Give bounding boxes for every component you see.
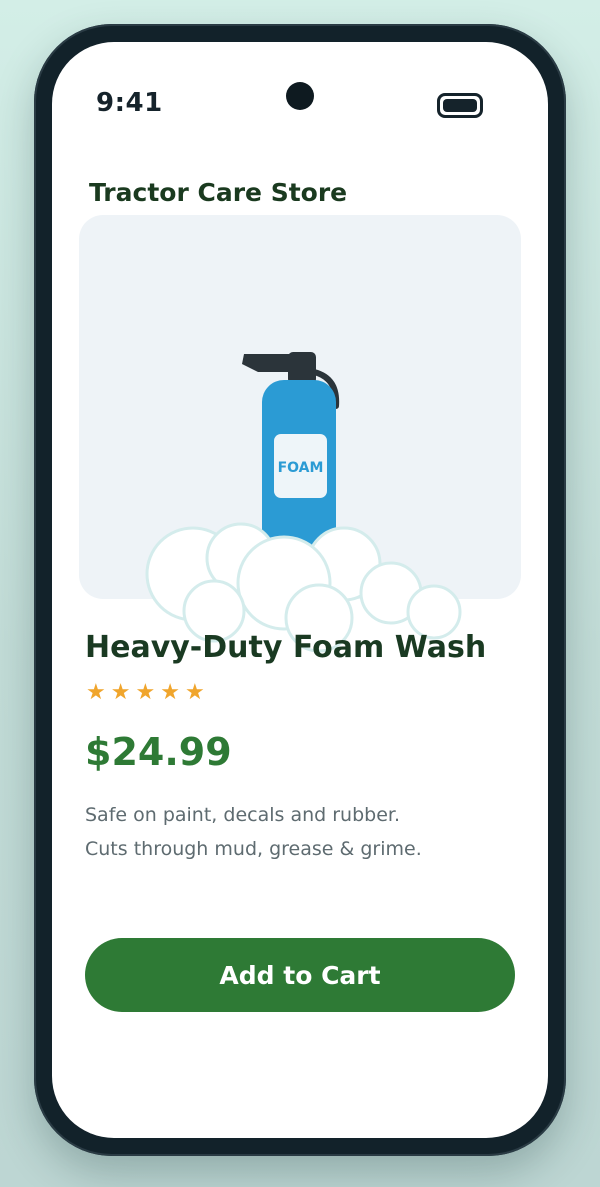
product-name: Heavy-Duty Foam Wash bbox=[85, 630, 487, 665]
description-line-1: Safe on paint, decals and rubber. bbox=[85, 804, 400, 826]
product-description: Safe on paint, decals and rubber. Cuts t… bbox=[85, 798, 505, 866]
star-rating: ★ ★ ★ ★ ★ bbox=[86, 682, 205, 704]
phone-screen: 9:41 Tractor Care Store FOAM Heavy-Duty … bbox=[52, 42, 548, 1138]
star-icon: ★ bbox=[184, 680, 205, 705]
star-icon: ★ bbox=[110, 680, 131, 705]
add-to-cart-button[interactable]: Add to Cart bbox=[85, 938, 515, 1012]
front-camera-icon bbox=[286, 82, 314, 110]
battery-full-icon bbox=[437, 93, 483, 118]
phone-frame: 9:41 Tractor Care Store FOAM Heavy-Duty … bbox=[34, 24, 566, 1156]
battery-level bbox=[443, 99, 477, 112]
product-image-card bbox=[79, 215, 521, 599]
product-price: $24.99 bbox=[85, 730, 232, 774]
status-time: 9:41 bbox=[96, 88, 163, 118]
store-title: Tractor Care Store bbox=[89, 178, 348, 207]
star-icon: ★ bbox=[86, 680, 106, 705]
description-line-2: Cuts through mud, grease & grime. bbox=[85, 838, 422, 860]
star-icon: ★ bbox=[160, 680, 180, 705]
star-icon: ★ bbox=[135, 680, 156, 705]
